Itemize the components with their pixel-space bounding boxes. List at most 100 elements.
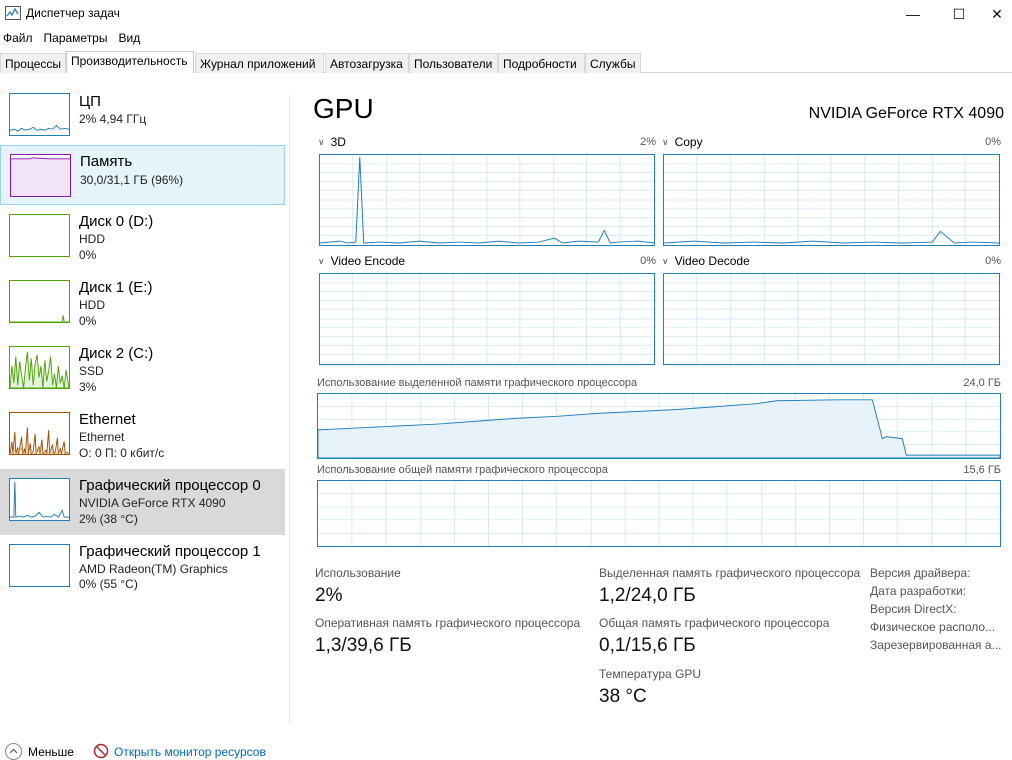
menu-file[interactable]: Файл <box>0 28 39 48</box>
engine-name: Video Encode <box>330 254 406 268</box>
cpu-thumbnail-graph <box>9 93 70 136</box>
sidebar-item-ethernet[interactable]: Ethernet Ethernet О: 0 П: 0 кбит/с <box>0 408 285 474</box>
sidebar-subtitle: NVIDIA GeForce RTX 4090 <box>79 496 226 510</box>
chevron-down-icon: ∨ <box>318 137 325 147</box>
close-button[interactable]: ✕ <box>982 0 1012 28</box>
sidebar-title: Ethernet <box>79 411 136 428</box>
gpu-ram-label: Оперативная память графического процессо… <box>315 616 581 630</box>
dedicated-memory-graph-max: 24,0 ГБ <box>963 377 1001 389</box>
sidebar-subtitle: AMD Radeon(TM) Graphics <box>79 562 228 576</box>
engine-selector-video-encode[interactable]: ∨ Video Encode <box>318 254 405 268</box>
footer-bar: Меньше Открыть монитор ресурсов <box>0 740 1012 760</box>
gpu-0-thumbnail-graph <box>9 478 70 521</box>
chevron-down-icon: ∨ <box>662 137 669 147</box>
page-title: GPU <box>313 93 374 124</box>
menu-bar: Файл Параметры Вид <box>0 28 148 48</box>
ethernet-thumbnail-graph <box>9 412 70 455</box>
sidebar-subtitle: HDD <box>79 232 105 246</box>
gpu-model-name: NVIDIA GeForce RTX 4090 <box>808 105 1004 122</box>
sidebar-subtitle: 30,0/31,1 ГБ (96%) <box>80 173 184 187</box>
sidebar-title: Диск 2 (C:) <box>79 345 154 362</box>
driver-version-label: Версия драйвера: <box>870 566 971 580</box>
engine-graph-video-decode <box>663 273 1000 365</box>
dedicated-memory-label: Выделенная память графического процессор… <box>599 566 861 580</box>
sidebar-detail: 0% (55 °C) <box>79 577 138 591</box>
tab-processes[interactable]: Процессы <box>0 53 66 73</box>
resource-sidebar: ЦП 2% 4,94 ГГц Память 30,0/31,1 ГБ (96%)… <box>0 80 290 725</box>
sidebar-detail: 3% <box>79 380 97 394</box>
sidebar-subtitle: Ethernet <box>79 430 125 444</box>
chevron-down-icon: ∨ <box>662 256 669 266</box>
gpu-detail-panel: GPU NVIDIA GeForce RTX 4090 ∨ 3D 2% ∨ Copy… <box>300 80 1012 730</box>
shared-memory-graph-max: 15,6 ГБ <box>963 464 1001 476</box>
engine-graph-video-encode <box>319 273 655 365</box>
usage-value: 2% <box>315 585 343 606</box>
sidebar-title: ЦП <box>79 93 101 110</box>
tab-users[interactable]: Пользователи <box>409 53 498 73</box>
sidebar-title: Диск 0 (D:) <box>79 213 154 230</box>
shared-memory-value: 0,1/15,6 ГБ <box>599 635 696 656</box>
dedicated-memory-graph-label: Использование выделенной памяти графичес… <box>317 377 638 389</box>
sidebar-title: Память <box>80 153 133 170</box>
tab-performance[interactable]: Производительность <box>66 51 194 73</box>
sidebar-item-disk-0[interactable]: Диск 0 (D:) HDD 0% <box>0 210 285 276</box>
engine-percent: 0% <box>985 255 1001 267</box>
engine-selector-video-decode[interactable]: ∨ Video Decode <box>662 254 750 268</box>
sidebar-item-memory[interactable]: Память 30,0/31,1 ГБ (96%) <box>0 145 285 205</box>
disk-0-thumbnail-graph <box>9 214 70 257</box>
sidebar-detail: 2% (38 °C) <box>79 512 138 526</box>
engine-name: Video Decode <box>674 254 750 268</box>
usage-label: Использование <box>315 566 401 580</box>
gpu-ram-value: 1,3/39,6 ГБ <box>315 635 412 656</box>
sidebar-detail: 0% <box>79 248 97 262</box>
sidebar-title: Графический процессор 0 <box>79 477 261 494</box>
resource-monitor-icon <box>93 743 109 759</box>
sidebar-item-disk-2[interactable]: Диск 2 (C:) SSD 3% <box>0 342 285 408</box>
sidebar-item-disk-1[interactable]: Диск 1 (E:) HDD 0% <box>0 276 285 342</box>
engine-graph-copy <box>663 154 1000 246</box>
engine-name: 3D <box>330 135 346 149</box>
gpu-1-thumbnail-graph <box>9 544 70 587</box>
engine-percent: 0% <box>985 136 1001 148</box>
fewer-details-button[interactable]: Меньше <box>28 745 74 759</box>
shared-memory-graph <box>317 480 1001 547</box>
tab-startup[interactable]: Автозагрузка <box>325 53 409 73</box>
sidebar-subtitle: 2% 4,94 ГГц <box>79 112 147 126</box>
sidebar-item-gpu-0[interactable]: Графический процессор 0 NVIDIA GeForce R… <box>0 469 285 535</box>
sidebar-detail: О: 0 П: 0 кбит/с <box>79 446 165 460</box>
directx-version-label: Версия DirectX: <box>870 602 957 616</box>
engine-name: Copy <box>674 135 703 149</box>
maximize-button[interactable]: ☐ <box>936 0 982 28</box>
chevron-down-icon: ∨ <box>318 256 325 266</box>
minimize-button[interactable]: — <box>890 0 936 28</box>
engine-selector-3d[interactable]: ∨ 3D <box>318 135 346 149</box>
menu-view[interactable]: Вид <box>115 28 146 48</box>
sidebar-item-gpu-1[interactable]: Графический процессор 1 AMD Radeon(TM) G… <box>0 535 285 601</box>
shared-memory-graph-label: Использование общей памяти графического … <box>317 464 608 476</box>
dedicated-memory-value: 1,2/24,0 ГБ <box>599 585 696 606</box>
tab-details[interactable]: Подробности <box>498 53 585 73</box>
disk-2-thumbnail-graph <box>9 346 70 389</box>
menu-options[interactable]: Параметры <box>41 28 114 48</box>
window-title: Диспетчер задач <box>26 6 120 20</box>
chevron-up-icon[interactable] <box>5 743 22 760</box>
open-resource-monitor-link[interactable]: Открыть монитор ресурсов <box>114 745 266 759</box>
gpu-temperature-label: Температура GPU <box>599 667 702 681</box>
dedicated-memory-graph <box>317 393 1001 459</box>
title-bar: Диспетчер задач — ☐ ✕ <box>0 0 1012 28</box>
engine-selector-copy[interactable]: ∨ Copy <box>662 135 703 149</box>
gpu-temperature-value: 38 °C <box>599 686 647 707</box>
sidebar-title: Диск 1 (E:) <box>79 279 153 296</box>
shared-memory-label: Общая память графического процессора <box>599 616 830 630</box>
sidebar-subtitle: SSD <box>79 364 104 378</box>
disk-1-thumbnail-graph <box>9 280 70 323</box>
tab-services[interactable]: Службы <box>585 53 641 73</box>
tab-app-history[interactable]: Журнал приложений <box>195 53 324 73</box>
task-manager-icon <box>5 6 21 20</box>
memory-thumbnail-graph <box>10 154 71 197</box>
sidebar-subtitle: HDD <box>79 298 105 312</box>
panel-divider <box>289 95 290 725</box>
physical-location-label: Физическое располо... <box>870 620 996 634</box>
engine-percent: 0% <box>640 255 656 267</box>
engine-percent: 2% <box>640 136 656 148</box>
